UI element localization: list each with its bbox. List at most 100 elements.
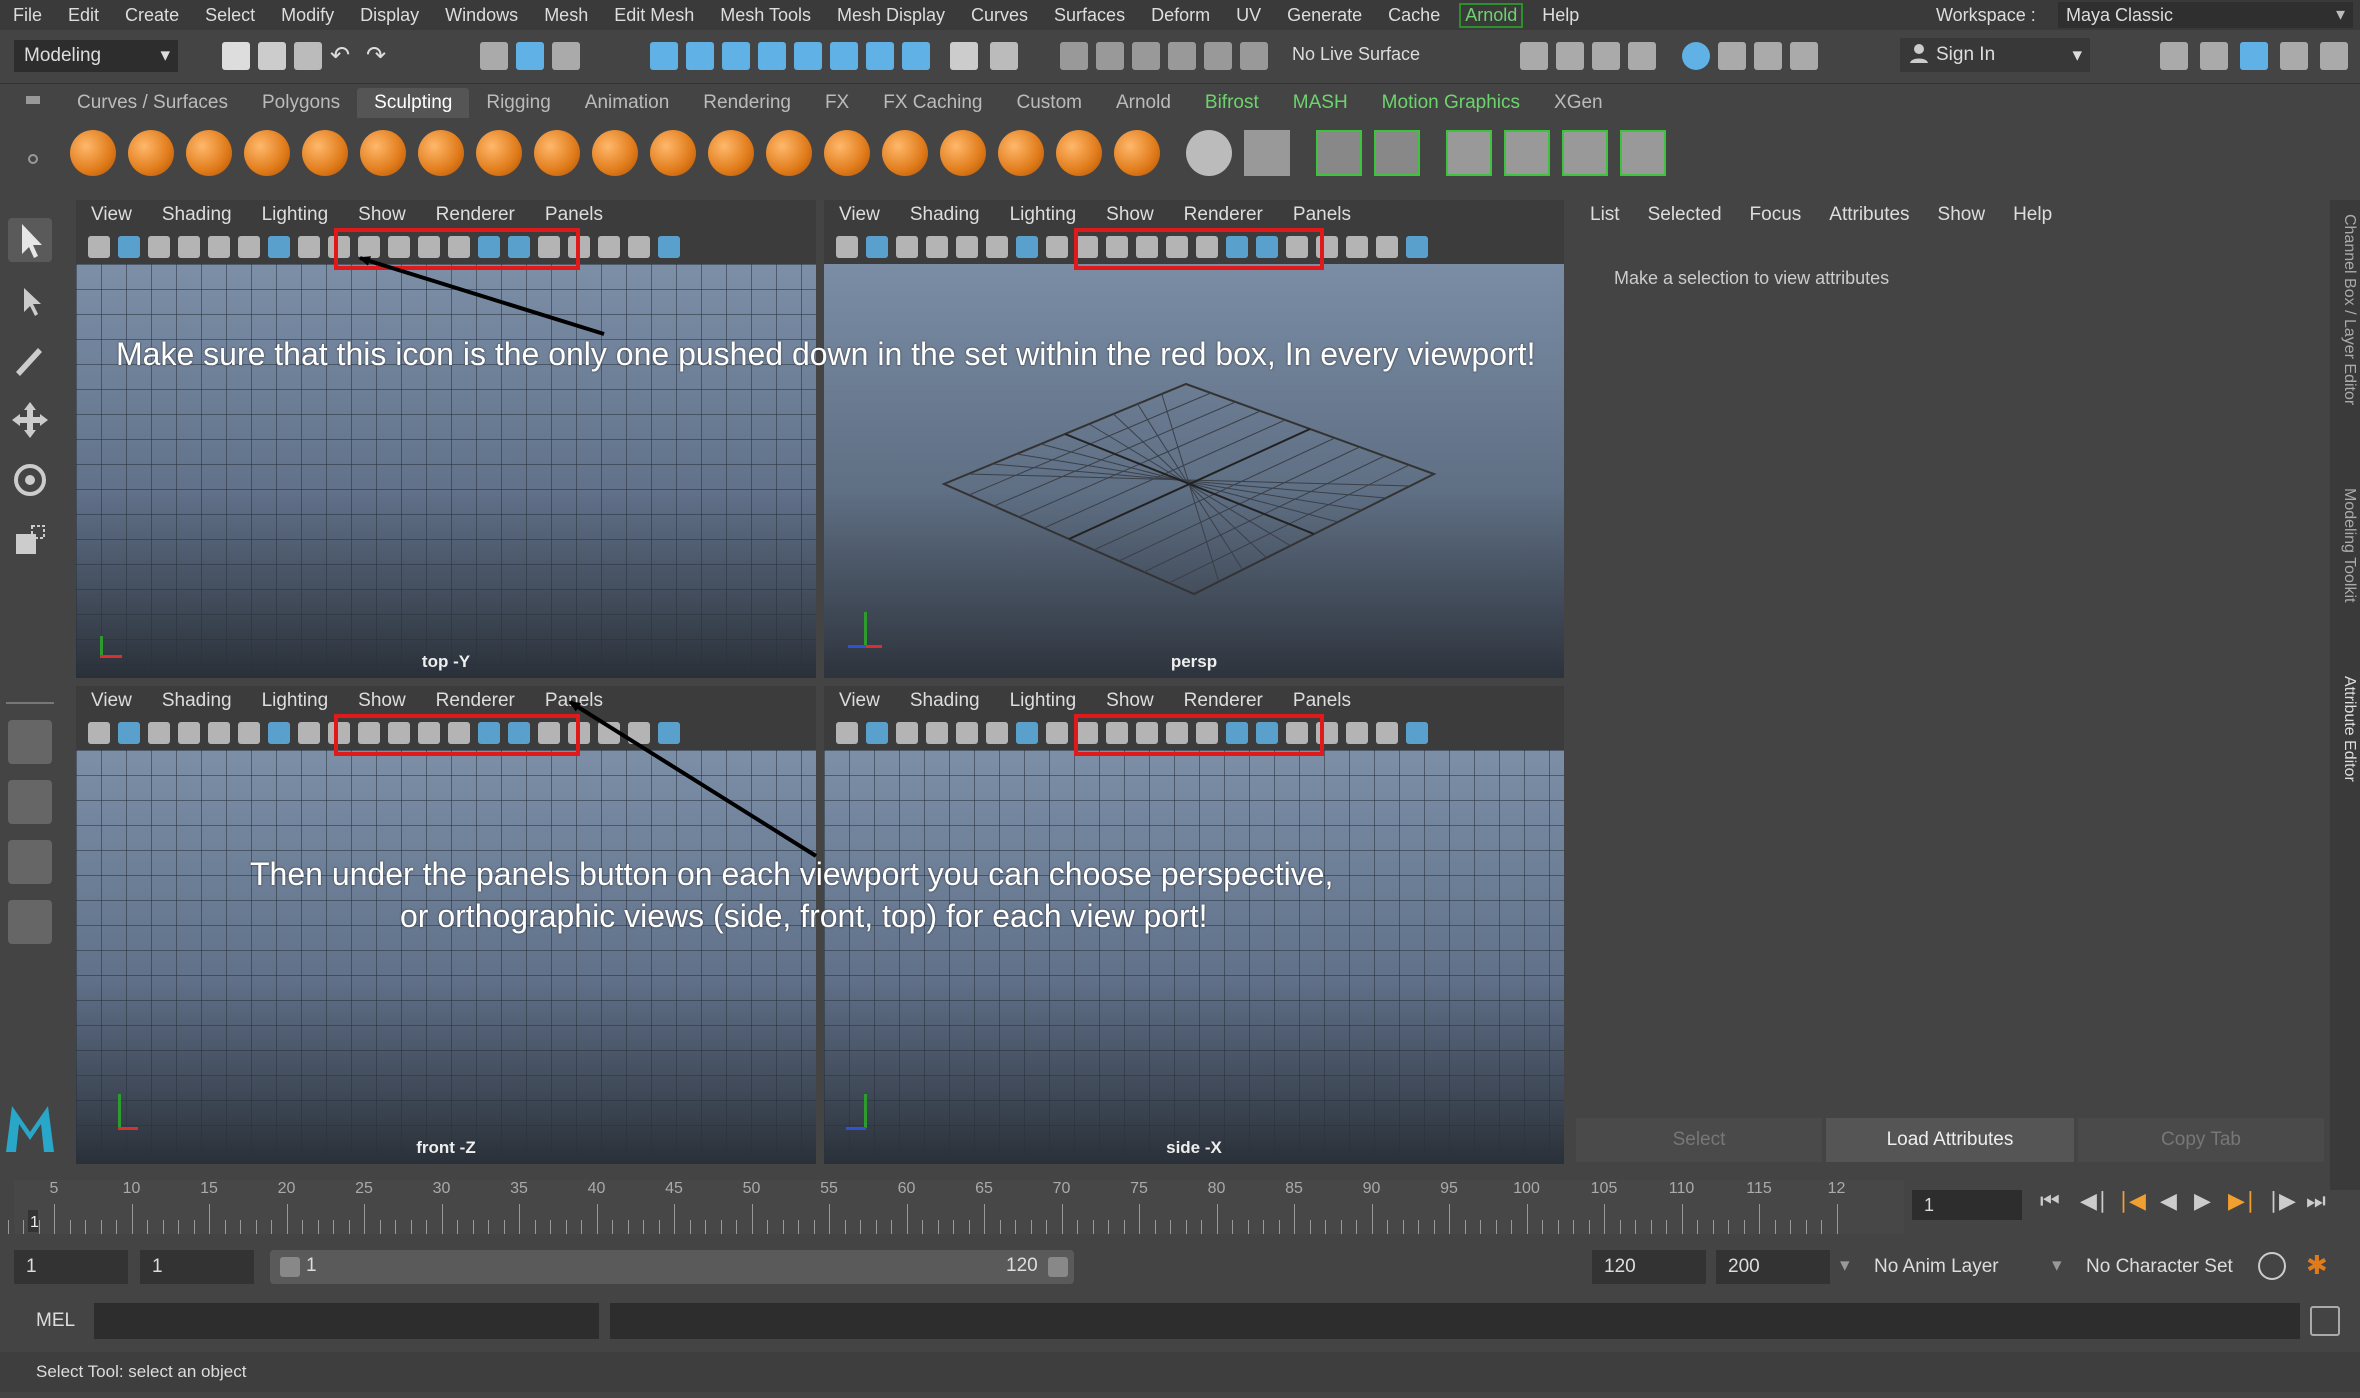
snap-view-plane-icon[interactable] [758, 42, 786, 70]
shelf-tab-motion-graphics[interactable]: Motion Graphics [1365, 88, 1537, 118]
vp-menu-renderer[interactable]: Renderer [421, 204, 530, 226]
persp-graph-layout-icon[interactable] [8, 840, 52, 884]
undo-icon[interactable]: ↶ [330, 42, 358, 70]
shelf-tab-bifrost[interactable]: Bifrost [1188, 88, 1276, 118]
animation-preferences-icon[interactable]: ✱ [2306, 1250, 2328, 1281]
live-surface-label[interactable]: No Live Surface [1292, 44, 1420, 65]
grid-toggle-icon[interactable] [268, 236, 290, 258]
grid-toggle-icon[interactable] [1016, 722, 1038, 744]
vp-menu-shading[interactable]: Shading [895, 690, 995, 712]
shelf-menu-icon[interactable] [26, 96, 40, 104]
outliner-layout-icon[interactable] [8, 900, 52, 944]
isolate-select-icon[interactable] [1406, 236, 1428, 258]
repeat-tool-icon[interactable] [534, 130, 580, 176]
vp-menu-lighting[interactable]: Lighting [995, 690, 1092, 712]
playback-end-field[interactable]: 120 [1592, 1250, 1706, 1284]
menu-uv[interactable]: UV [1223, 5, 1274, 26]
end-time-field[interactable]: 200 [1716, 1250, 1830, 1284]
menu-curves[interactable]: Curves [958, 5, 1041, 26]
film-gate-icon[interactable] [1046, 722, 1068, 744]
smear-tool-icon[interactable] [882, 130, 928, 176]
lights-icon[interactable] [628, 236, 650, 258]
snap-grid-icon[interactable] [650, 42, 678, 70]
shadows-icon[interactable] [1346, 722, 1368, 744]
2d-pan-zoom-icon[interactable] [956, 236, 978, 258]
film-gate-icon[interactable] [298, 236, 320, 258]
render-frame-icon[interactable] [1520, 42, 1548, 70]
film-gate-icon[interactable] [1046, 236, 1068, 258]
vp-menu-show[interactable]: Show [1091, 690, 1169, 712]
delta-mush-icon[interactable] [1504, 130, 1550, 176]
ipr-render-icon[interactable] [1592, 42, 1620, 70]
construction-history-icon[interactable] [1096, 42, 1124, 70]
proximity-wrap-icon[interactable] [1620, 130, 1666, 176]
tab-channel-box-layer-editor[interactable]: Channel Box / Layer Editor [2332, 214, 2358, 405]
four-view-layout-icon[interactable] [8, 780, 52, 824]
workspace-select[interactable]: Maya Classic ▾ [2058, 2, 2353, 28]
arnold-render-icon[interactable] [1754, 42, 1782, 70]
vp-menu-show[interactable]: Show [343, 690, 421, 712]
vp-menu-shading[interactable]: Shading [147, 690, 247, 712]
convert-to-frozen-icon[interactable] [1114, 130, 1160, 176]
scrape-tool-icon[interactable] [708, 130, 754, 176]
vp-menu-lighting[interactable]: Lighting [247, 204, 344, 226]
range-end-handle[interactable] [1048, 1257, 1068, 1277]
modeling-toolkit-icon[interactable] [2160, 42, 2188, 70]
snap-face-icon[interactable] [902, 42, 930, 70]
menu-cache[interactable]: Cache [1375, 5, 1453, 26]
range-start-handle[interactable] [280, 1257, 300, 1277]
isolate-select-icon[interactable] [658, 722, 680, 744]
reflection-icon[interactable] [1204, 42, 1232, 70]
play-backwards-icon[interactable]: ◀ [2160, 1188, 2177, 1214]
viewport-canvas[interactable]: front -Z [76, 750, 816, 1164]
shelf-tab-rigging[interactable]: Rigging [469, 88, 567, 118]
ae-menu-attributes[interactable]: Attributes [1815, 204, 1923, 226]
shelf-tab-mash[interactable]: MASH [1276, 88, 1365, 118]
isolate-select-icon[interactable] [1406, 722, 1428, 744]
redo-icon[interactable]: ↷ [366, 42, 394, 70]
attribute-editor-toggle-icon[interactable] [2240, 42, 2268, 70]
new-scene-icon[interactable] [222, 42, 250, 70]
vp-menu-renderer[interactable]: Renderer [1169, 204, 1278, 226]
history-icon[interactable] [1060, 42, 1088, 70]
vp-menu-view[interactable]: View [824, 204, 895, 226]
bookmark-icon[interactable] [896, 722, 918, 744]
menu-modify[interactable]: Modify [268, 5, 347, 26]
flatten-tool-icon[interactable] [360, 130, 406, 176]
menu-deform[interactable]: Deform [1138, 5, 1223, 26]
go-to-end-icon[interactable]: ⏭ [2306, 1188, 2326, 1214]
vp-menu-view[interactable]: View [76, 204, 147, 226]
camera-attributes-icon[interactable] [866, 722, 888, 744]
menu-mesh-display[interactable]: Mesh Display [824, 5, 958, 26]
menu-help[interactable]: Help [1529, 5, 1592, 26]
tab-modeling-toolkit[interactable]: Modeling Toolkit [2332, 488, 2358, 602]
bookmark-icon[interactable] [896, 236, 918, 258]
pinch-tool-icon[interactable] [302, 130, 348, 176]
viewport-persp[interactable]: View Shading Lighting Show Renderer Pane… [824, 200, 1564, 678]
menu-windows[interactable]: Windows [432, 5, 531, 26]
2d-pan-zoom-icon[interactable] [956, 722, 978, 744]
range-slider[interactable] [270, 1250, 1074, 1284]
lock-icon[interactable] [950, 42, 978, 70]
image-plane-icon[interactable] [178, 236, 200, 258]
relax-tool-icon[interactable] [186, 130, 232, 176]
start-time-field[interactable]: 1 [14, 1250, 128, 1284]
shadows-icon[interactable] [1346, 236, 1368, 258]
vp-menu-shading[interactable]: Shading [147, 204, 247, 226]
lasso-tool-icon[interactable] [8, 278, 52, 322]
command-input[interactable] [94, 1303, 599, 1339]
character-set-select[interactable]: No Character Set [2086, 1256, 2233, 1278]
snap-curve-icon[interactable] [686, 42, 714, 70]
sculpt-tool-icon[interactable] [70, 130, 116, 176]
symmetry-icon[interactable] [1132, 42, 1160, 70]
render-sequence-icon[interactable] [1556, 42, 1584, 70]
grease-pencil-icon[interactable] [238, 236, 260, 258]
ae-menu-selected[interactable]: Selected [1634, 204, 1736, 226]
shelf-tab-curves-surfaces[interactable]: Curves / Surfaces [60, 88, 245, 118]
snap-vertex-icon[interactable] [830, 42, 858, 70]
camera-attributes-icon[interactable] [866, 236, 888, 258]
menu-edit-mesh[interactable]: Edit Mesh [601, 5, 707, 26]
menu-arnold[interactable]: Arnold [1459, 2, 1524, 28]
shelf-tab-xgen[interactable]: XGen [1537, 88, 1620, 118]
tension-icon[interactable] [1562, 130, 1608, 176]
